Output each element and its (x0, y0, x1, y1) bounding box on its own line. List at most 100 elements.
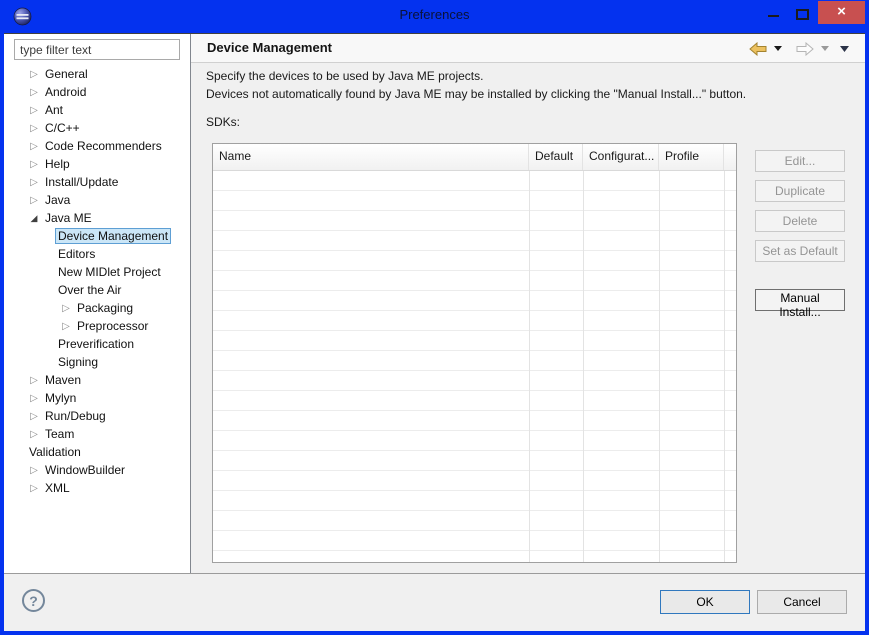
edit-button[interactable]: Edit... (755, 150, 845, 172)
page-body: Specify the devices to be used by Java M… (191, 63, 865, 573)
duplicate-button[interactable]: Duplicate (755, 180, 845, 202)
delete-button[interactable]: Delete (755, 210, 845, 232)
sidebar-item-c-c[interactable]: ▷C/C++ (4, 119, 189, 137)
sidebar-item-packaging[interactable]: ▷Packaging (4, 299, 189, 317)
expanded-triangle-icon[interactable]: ◢ (26, 213, 42, 224)
dialog-content: ▷General▷Android▷Ant▷C/C++▷Code Recommen… (4, 33, 865, 631)
help-icon[interactable]: ? (22, 589, 45, 612)
collapsed-triangle-icon[interactable]: ▷ (26, 87, 42, 98)
sidebar-item-label: Install/Update (42, 174, 121, 190)
sidebar-item-label: Packaging (74, 300, 136, 316)
collapsed-triangle-icon[interactable]: ▷ (26, 483, 42, 494)
sidebar-item-label: Team (42, 426, 77, 442)
sidebar-item-label: Editors (55, 246, 98, 262)
sidebar-item-code-recommenders[interactable]: ▷Code Recommenders (4, 137, 189, 155)
collapsed-triangle-icon[interactable]: ▷ (26, 195, 42, 206)
sidebar-item-install-update[interactable]: ▷Install/Update (4, 173, 189, 191)
back-arrow-icon[interactable] (749, 42, 767, 56)
title-bar[interactable]: Preferences × (0, 0, 869, 33)
sidebar-item-device-management[interactable]: Device Management (4, 227, 189, 245)
preferences-tree[interactable]: ▷General▷Android▷Ant▷C/C++▷Code Recommen… (4, 65, 189, 573)
sidebar-item-editors[interactable]: Editors (4, 245, 189, 263)
preference-page: Device Management (191, 34, 865, 573)
forward-menu-dropdown-icon[interactable] (821, 46, 829, 51)
back-menu-dropdown-icon[interactable] (774, 46, 782, 51)
sidebar-item-android[interactable]: ▷Android (4, 83, 189, 101)
sidebar-item-label: Java (42, 192, 73, 208)
sidebar-item-label: Maven (42, 372, 84, 388)
sidebar-item-windowbuilder[interactable]: ▷WindowBuilder (4, 461, 189, 479)
column-header-default[interactable]: Default (529, 144, 583, 170)
collapsed-triangle-icon[interactable]: ▷ (58, 321, 74, 332)
column-header-configurat[interactable]: Configurat... (583, 144, 659, 170)
sdk-table: NameDefaultConfigurat...Profile (212, 143, 737, 563)
collapsed-triangle-icon[interactable]: ▷ (26, 159, 42, 170)
minimize-icon[interactable] (768, 15, 779, 17)
sidebar-item-label: Code Recommenders (42, 138, 165, 154)
grid-line (724, 171, 725, 562)
sidebar-item-label: Java ME (42, 210, 95, 226)
sidebar-item-validation[interactable]: Validation (4, 443, 189, 461)
collapsed-triangle-icon[interactable]: ▷ (26, 123, 42, 134)
maximize-icon[interactable] (796, 9, 809, 20)
collapsed-triangle-icon[interactable]: ▷ (26, 375, 42, 386)
grid-line (529, 171, 530, 562)
sidebar-item-label: Run/Debug (42, 408, 109, 424)
sidebar-item-preverification[interactable]: Preverification (4, 335, 189, 353)
sidebar-item-mylyn[interactable]: ▷Mylyn (4, 389, 189, 407)
collapsed-triangle-icon[interactable]: ▷ (26, 393, 42, 404)
sidebar-item-label: Over the Air (55, 282, 124, 298)
sidebar-item-label: General (42, 66, 91, 82)
sdk-table-body[interactable] (213, 171, 736, 562)
sidebar-item-maven[interactable]: ▷Maven (4, 371, 189, 389)
sidebar-item-over-the-air[interactable]: Over the Air (4, 281, 189, 299)
sidebar-item-preprocessor[interactable]: ▷Preprocessor (4, 317, 189, 335)
page-header: Device Management (191, 34, 865, 63)
sidebar-item-label: Android (42, 84, 89, 100)
sidebar-item-new-midlet-project[interactable]: New MIDlet Project (4, 263, 189, 281)
page-description: Specify the devices to be used by Java M… (206, 67, 746, 103)
collapsed-triangle-icon[interactable]: ▷ (26, 69, 42, 80)
sidebar-item-signing[interactable]: Signing (4, 353, 189, 371)
sidebar-item-label: WindowBuilder (42, 462, 128, 478)
sidebar-item-xml[interactable]: ▷XML (4, 479, 189, 497)
filter-input[interactable] (14, 39, 180, 60)
sidebar-item-label: Signing (55, 354, 101, 370)
sidebar-item-label: New MIDlet Project (55, 264, 164, 280)
collapsed-triangle-icon[interactable]: ▷ (26, 429, 42, 440)
column-header-profile[interactable]: Profile (659, 144, 724, 170)
sidebar-item-team[interactable]: ▷Team (4, 425, 189, 443)
collapsed-triangle-icon[interactable]: ▷ (26, 411, 42, 422)
collapsed-triangle-icon[interactable]: ▷ (26, 141, 42, 152)
manual-install-button[interactable]: Manual Install... (755, 289, 845, 311)
description-line-2: Devices not automatically found by Java … (206, 85, 746, 103)
column-header-empty (724, 144, 736, 170)
sidebar-item-run-debug[interactable]: ▷Run/Debug (4, 407, 189, 425)
sidebar-item-java-me[interactable]: ◢Java ME (4, 209, 189, 227)
collapsed-triangle-icon[interactable]: ▷ (26, 105, 42, 116)
close-icon[interactable]: × (818, 1, 865, 24)
description-line-1: Specify the devices to be used by Java M… (206, 67, 746, 85)
sidebar-item-java[interactable]: ▷Java (4, 191, 189, 209)
sdks-label: SDKs: (206, 115, 240, 129)
button-bar: ? OK Cancel (4, 574, 865, 631)
window-title: Preferences (0, 0, 869, 33)
sidebar-item-help[interactable]: ▷Help (4, 155, 189, 173)
collapsed-triangle-icon[interactable]: ▷ (26, 465, 42, 476)
sidebar-item-label: Device Management (55, 228, 171, 244)
ok-button[interactable]: OK (660, 590, 750, 614)
view-menu-dropdown-icon[interactable] (840, 46, 849, 52)
set-as-default-button[interactable]: Set as Default (755, 240, 845, 262)
sidebar-item-ant[interactable]: ▷Ant (4, 101, 189, 119)
sidebar-item-label: Mylyn (42, 390, 79, 406)
sdk-table-header: NameDefaultConfigurat...Profile (213, 144, 736, 171)
page-title: Device Management (207, 34, 332, 62)
sidebar-item-label: C/C++ (42, 120, 83, 136)
column-header-name[interactable]: Name (213, 144, 529, 170)
collapsed-triangle-icon[interactable]: ▷ (58, 303, 74, 314)
cancel-button[interactable]: Cancel (757, 590, 847, 614)
forward-arrow-icon[interactable] (796, 42, 814, 56)
sidebar-item-general[interactable]: ▷General (4, 65, 189, 83)
sidebar-item-label: Preverification (55, 336, 137, 352)
collapsed-triangle-icon[interactable]: ▷ (26, 177, 42, 188)
